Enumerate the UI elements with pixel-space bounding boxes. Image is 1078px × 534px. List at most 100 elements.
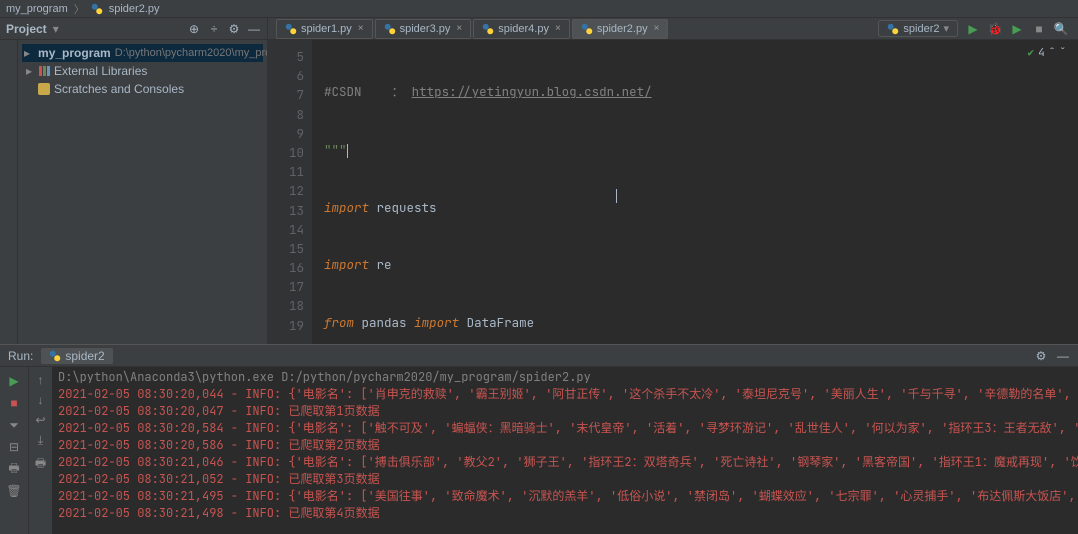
- tab-label: spider1.py: [301, 23, 352, 35]
- project-toolbar: Project ▾ ⊕ ÷ ⚙ —: [0, 18, 268, 39]
- collapse-icon[interactable]: —: [247, 22, 261, 36]
- line-number[interactable]: 14: [268, 220, 304, 239]
- tree-root-path: D:\python\pycharm2020\my_program: [115, 47, 268, 59]
- line-gutter[interactable]: 5678910111213141516171819: [268, 40, 312, 344]
- down-icon[interactable]: ↓: [38, 393, 44, 407]
- console-line: 2021-02-05 08:30:20,047 - INFO: 已爬取第1页数据: [58, 403, 1072, 420]
- line-number[interactable]: 9: [268, 124, 304, 143]
- select-opened-icon[interactable]: ⊕: [187, 22, 201, 36]
- run-config-area: spider2 ▾ ▶ 🐞 ▶ ■ 🔍: [868, 20, 1078, 37]
- line-number[interactable]: 11: [268, 162, 304, 181]
- close-icon[interactable]: ×: [456, 23, 462, 34]
- line-number[interactable]: 13: [268, 201, 304, 220]
- line-number[interactable]: 19: [268, 316, 304, 335]
- run-config-selector[interactable]: spider2 ▾: [878, 20, 958, 37]
- python-icon: [887, 23, 899, 35]
- tree-ext-libs-label: External Libraries: [54, 64, 147, 78]
- tab-label: spider2.py: [597, 23, 648, 35]
- editor-tab[interactable]: spider3.py ×: [375, 19, 472, 39]
- toolbar-row: Project ▾ ⊕ ÷ ⚙ — spider1.py × spider3.py ×…: [0, 18, 1078, 40]
- crumb-project[interactable]: my_program: [6, 3, 68, 15]
- library-icon: [38, 65, 50, 77]
- project-label[interactable]: Project: [6, 22, 47, 36]
- caret: [347, 144, 348, 158]
- editor-caret: [616, 189, 617, 203]
- python-icon: [384, 23, 396, 35]
- chevron-down-icon[interactable]: ▾: [53, 22, 59, 36]
- search-icon[interactable]: 🔍: [1054, 22, 1068, 36]
- line-number[interactable]: 6: [268, 66, 304, 85]
- print-icon[interactable]: 🖶: [35, 454, 46, 475]
- console-output[interactable]: D:\python\Anaconda3\python.exe D:/python…: [52, 367, 1078, 534]
- python-icon: [49, 350, 61, 362]
- editor-tabs: spider1.py×spider3.py×spider4.py×spider2…: [268, 19, 868, 39]
- python-icon: [482, 23, 494, 35]
- tab-label: spider4.py: [498, 23, 549, 35]
- up-icon[interactable]: ↑: [38, 373, 44, 387]
- line-number[interactable]: 17: [268, 277, 304, 296]
- left-gutter-strip[interactable]: [0, 40, 18, 344]
- main-split: ▸ my_program D:\python\pycharm2020\my_pr…: [0, 40, 1078, 344]
- line-number[interactable]: 16: [268, 258, 304, 277]
- line-number[interactable]: 8: [268, 105, 304, 124]
- console-line: 2021-02-05 08:30:21,052 - INFO: 已爬取第3页数据: [58, 471, 1072, 488]
- code-area[interactable]: #CSDN ： https://yetingyun.blog.csdn.net/…: [312, 40, 1078, 344]
- rerun-icon[interactable]: ▶: [6, 373, 22, 389]
- editor-tab[interactable]: spider2.py ×: [572, 19, 669, 39]
- print-icon[interactable]: 🖶: [6, 461, 22, 477]
- line-number[interactable]: 7: [268, 85, 304, 104]
- tree-scratches[interactable]: Scratches and Consoles: [22, 80, 263, 98]
- python-icon: [581, 23, 593, 35]
- console-line: 2021-02-05 08:30:21,495 - INFO: {'电影名': …: [58, 488, 1072, 505]
- stop-icon[interactable]: ■: [6, 395, 22, 411]
- editor-tab[interactable]: spider1.py ×: [276, 19, 373, 39]
- expand-arrow-icon[interactable]: ▸: [24, 46, 30, 60]
- divide-icon[interactable]: ÷: [207, 22, 221, 36]
- tree-root-name: my_program: [38, 46, 111, 60]
- run-icon[interactable]: ▶: [966, 22, 980, 36]
- console-line: 2021-02-05 08:30:21,046 - INFO: {'电影名': …: [58, 454, 1072, 471]
- run-tab-name: spider2: [65, 349, 104, 363]
- line-number[interactable]: 18: [268, 296, 304, 315]
- trash-icon[interactable]: 🗑: [6, 483, 22, 499]
- run-config-name: spider2: [903, 23, 939, 35]
- console-path: D:\python\Anaconda3\python.exe D:/python…: [58, 369, 1072, 386]
- layout-icon[interactable]: ⊟: [6, 439, 22, 455]
- expand-arrow-icon[interactable]: ▸: [24, 64, 34, 78]
- scratches-icon: [38, 83, 50, 95]
- run-label: Run:: [8, 349, 33, 363]
- stop-icon[interactable]: ■: [1032, 22, 1046, 36]
- chevron-down-icon: ▾: [943, 22, 949, 35]
- close-icon[interactable]: ×: [654, 23, 660, 34]
- debug-icon[interactable]: 🐞: [988, 22, 1002, 36]
- close-icon[interactable]: ×: [555, 23, 561, 34]
- collapse-icon[interactable]: —: [1056, 349, 1070, 363]
- python-icon: [285, 23, 297, 35]
- code-editor[interactable]: ✔ 4 ˆ ˇ 5678910111213141516171819 #CSDN …: [268, 40, 1078, 344]
- tree-root[interactable]: ▸ my_program D:\python\pycharm2020\my_pr…: [22, 44, 263, 62]
- soft-wrap-icon[interactable]: ↩: [35, 413, 45, 427]
- scroll-end-icon[interactable]: ⤓: [38, 433, 43, 448]
- editor-tab[interactable]: spider4.py ×: [473, 19, 570, 39]
- run-cov-icon[interactable]: ▶: [1010, 22, 1024, 36]
- line-number[interactable]: 5: [268, 47, 304, 66]
- filter-icon[interactable]: ⏷: [6, 417, 22, 433]
- run-tab[interactable]: spider2: [41, 348, 112, 364]
- crumb-file[interactable]: spider2.py: [109, 3, 160, 15]
- title-bar: my_program 〉 spider2.py: [0, 0, 1078, 18]
- gear-icon[interactable]: ⚙: [1034, 349, 1048, 363]
- close-icon[interactable]: ×: [358, 23, 364, 34]
- line-number[interactable]: 10: [268, 143, 304, 162]
- console-line: 2021-02-05 08:30:20,044 - INFO: {'电影名': …: [58, 386, 1072, 403]
- line-number[interactable]: 12: [268, 181, 304, 200]
- console-line: 2021-02-05 08:30:20,584 - INFO: {'电影名': …: [58, 420, 1072, 437]
- tab-label: spider3.py: [400, 23, 451, 35]
- line-number[interactable]: 15: [268, 239, 304, 258]
- crumb-sep: 〉: [74, 1, 85, 17]
- python-icon: [91, 3, 103, 15]
- gear-icon[interactable]: ⚙: [227, 22, 241, 36]
- run-tools-inner: ↑ ↓ ↩ ⤓ 🖶: [28, 367, 52, 534]
- console-line: 2021-02-05 08:30:20,586 - INFO: 已爬取第2页数据: [58, 437, 1072, 454]
- project-tree-panel: ▸ my_program D:\python\pycharm2020\my_pr…: [18, 40, 268, 344]
- tree-ext-libs[interactable]: ▸ External Libraries: [22, 62, 263, 80]
